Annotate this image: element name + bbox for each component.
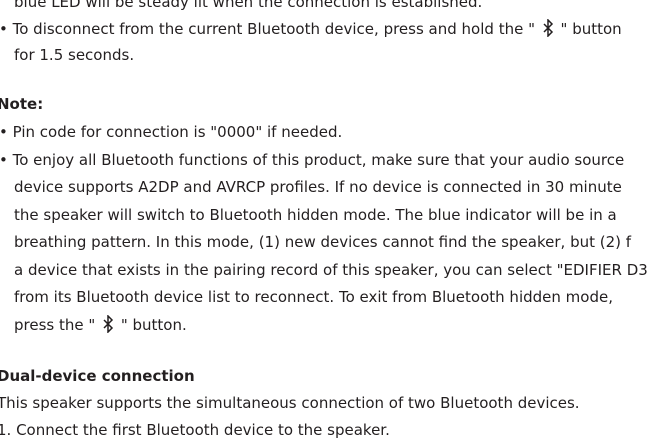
- note-line: device supports A2DP and AVRCP profiles.…: [14, 178, 622, 196]
- note-line: breathing pattern. In this mode, (1) new…: [14, 233, 632, 251]
- note-line: from its Bluetooth device list to reconn…: [14, 288, 613, 306]
- intro-line-1: blue LED will be steady lit when the con…: [14, 0, 483, 11]
- intro-line-3: for 1.5 seconds.: [14, 46, 135, 64]
- note-line-last-end: " button.: [120, 316, 187, 334]
- note-line: the speaker will switch to Bluetooth hid…: [14, 206, 617, 224]
- intro-line-2: • To disconnect from the current Bluetoo…: [0, 19, 622, 39]
- note-line-last: press the " " button.: [14, 315, 187, 335]
- note-heading: Note:: [0, 95, 44, 113]
- dual-line: This speaker supports the simultaneous c…: [0, 394, 580, 412]
- note-line: • Pin code for connection is "0000" if n…: [0, 123, 343, 141]
- bluetooth-icon: [101, 315, 115, 333]
- intro-line-2-text: • To disconnect from the current Bluetoo…: [0, 20, 535, 38]
- intro-line-2-end: " button: [560, 20, 622, 38]
- dual-heading: Dual-device connection: [0, 367, 195, 385]
- dual-line: 1. Connect the first Bluetooth device to…: [0, 421, 390, 439]
- note-line: a device that exists in the pairing reco…: [14, 261, 648, 279]
- bluetooth-icon: [541, 19, 555, 37]
- note-line: • To enjoy all Bluetooth functions of th…: [0, 151, 625, 169]
- note-line-last-text: press the ": [14, 316, 96, 334]
